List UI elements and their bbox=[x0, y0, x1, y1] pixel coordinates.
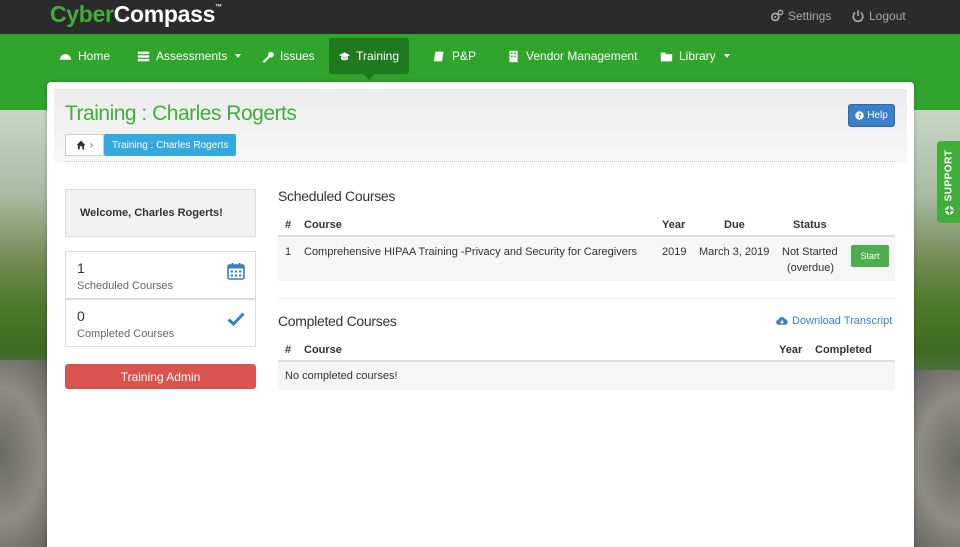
column-header-year: Year bbox=[662, 219, 686, 231]
calendar-icon bbox=[227, 263, 245, 280]
top-bar: CyberCompass™ Settings Logout bbox=[0, 0, 960, 34]
completed-courses-table: # Course Year Completed No completed cou… bbox=[278, 338, 895, 390]
table-row: 1 Comprehensive HIPAA Training -Privacy … bbox=[278, 237, 895, 281]
home-icon bbox=[76, 140, 86, 150]
column-header-num: # bbox=[285, 344, 292, 356]
page-title: Training : Charles Rogerts bbox=[65, 102, 297, 125]
column-header-course: Course bbox=[304, 344, 342, 356]
building-icon bbox=[509, 50, 518, 62]
nav-item-library-label: Library bbox=[679, 49, 716, 63]
settings-label: Settings bbox=[788, 9, 832, 23]
course-status-note: (overdue) bbox=[787, 262, 835, 274]
course-due: March 3, 2019 bbox=[699, 246, 770, 258]
logout-label: Logout bbox=[869, 9, 906, 23]
brand-logo-part1: Cyber bbox=[50, 1, 114, 27]
breadcrumb: › Training : Charles Rogerts bbox=[65, 134, 237, 156]
nav-item-assessments-label: Assessments bbox=[156, 49, 228, 63]
settings-link[interactable]: Settings bbox=[770, 9, 831, 23]
nav-item-pp-label: P&P bbox=[452, 49, 477, 63]
check-icon bbox=[227, 312, 245, 327]
column-header-num: # bbox=[285, 219, 292, 231]
gears-icon bbox=[770, 9, 784, 22]
book-icon bbox=[433, 51, 444, 61]
scheduled-courses-count: 1 bbox=[77, 260, 85, 276]
wrench-icon bbox=[262, 51, 274, 63]
empty-message: No completed courses! bbox=[285, 370, 398, 382]
scheduled-courses-stat: 1 Scheduled Courses bbox=[65, 251, 256, 299]
brand-logo-part2: Compass bbox=[113, 1, 216, 27]
header-divider bbox=[65, 161, 895, 162]
course-year: 2019 bbox=[662, 246, 687, 258]
nav-item-home-label: Home bbox=[78, 49, 111, 63]
folder-icon bbox=[660, 51, 673, 61]
table-header: # Course Year Completed bbox=[278, 338, 895, 362]
nav-item-training[interactable]: Training bbox=[329, 38, 409, 80]
list-icon bbox=[137, 51, 150, 61]
section-divider bbox=[278, 298, 895, 299]
logout-link[interactable]: Logout bbox=[851, 9, 906, 23]
nav-item-assessments[interactable]: Assessments bbox=[127, 38, 251, 74]
power-icon bbox=[852, 10, 864, 23]
breadcrumb-current: Training : Charles Rogerts bbox=[104, 134, 237, 156]
brand-logo[interactable]: CyberCompass™ bbox=[50, 1, 222, 28]
column-header-due: Due bbox=[724, 219, 745, 231]
column-header-completed: Completed bbox=[815, 344, 872, 356]
nav-item-vendor-management[interactable]: Vendor Management bbox=[497, 38, 647, 74]
download-transcript-link[interactable]: Download Transcript bbox=[776, 315, 892, 327]
course-status: Not Started bbox=[782, 246, 838, 258]
course-num: 1 bbox=[285, 246, 292, 258]
nav-item-vendor-management-label: Vendor Management bbox=[526, 49, 638, 63]
completed-courses-title: Completed Courses bbox=[278, 313, 397, 329]
chevron-down-icon bbox=[235, 54, 242, 58]
course-name: Comprehensive HIPAA Training -Privacy an… bbox=[304, 246, 637, 258]
nav-item-pp[interactable]: P&P bbox=[423, 38, 486, 74]
chevron-right-icon: › bbox=[89, 139, 94, 151]
support-tab[interactable]: SUPPORT bbox=[937, 141, 960, 223]
question-circle-icon: ? bbox=[855, 111, 864, 120]
training-admin-button[interactable]: Training Admin bbox=[65, 364, 256, 389]
nav-item-training-label: Training bbox=[356, 49, 399, 63]
welcome-message: Welcome, Charles Rogerts! bbox=[65, 189, 256, 237]
breadcrumb-home[interactable]: › bbox=[65, 134, 104, 156]
help-button[interactable]: ? Help bbox=[848, 104, 895, 127]
help-label: Help bbox=[867, 110, 888, 121]
nav-item-library[interactable]: Library bbox=[650, 38, 740, 74]
scheduled-courses-label: Scheduled Courses bbox=[77, 280, 174, 292]
completed-courses-stat: 0 Completed Courses bbox=[65, 299, 256, 347]
column-header-status: Status bbox=[793, 219, 827, 231]
completed-courses-count: 0 bbox=[77, 308, 85, 324]
nav-item-issues[interactable]: Issues bbox=[251, 38, 325, 74]
brand-logo-tm: ™ bbox=[215, 4, 222, 11]
table-header: # Course Year Due Status bbox=[278, 213, 895, 237]
cloud-download-icon bbox=[776, 317, 788, 325]
start-course-button[interactable]: Start bbox=[851, 245, 889, 267]
download-transcript-label: Download Transcript bbox=[792, 315, 893, 327]
table-row: No completed courses! bbox=[278, 362, 895, 390]
nav-item-issues-label: Issues bbox=[280, 49, 315, 63]
support-label: SUPPORT bbox=[943, 149, 954, 201]
scheduled-courses-title: Scheduled Courses bbox=[278, 188, 396, 204]
main-card: Training : Charles Rogerts › Training : … bbox=[47, 82, 914, 547]
life-ring-icon bbox=[944, 205, 953, 215]
column-header-course: Course bbox=[304, 219, 342, 231]
graduation-cap-icon bbox=[339, 51, 351, 60]
chevron-down-icon bbox=[723, 54, 730, 58]
svg-text:?: ? bbox=[858, 113, 862, 120]
scheduled-courses-table: # Course Year Due Status 1 Comprehensive… bbox=[278, 213, 895, 281]
column-header-year: Year bbox=[779, 344, 803, 356]
completed-courses-label: Completed Courses bbox=[77, 328, 175, 340]
nav-item-home[interactable]: Home bbox=[49, 38, 120, 74]
dashboard-icon bbox=[59, 53, 72, 60]
